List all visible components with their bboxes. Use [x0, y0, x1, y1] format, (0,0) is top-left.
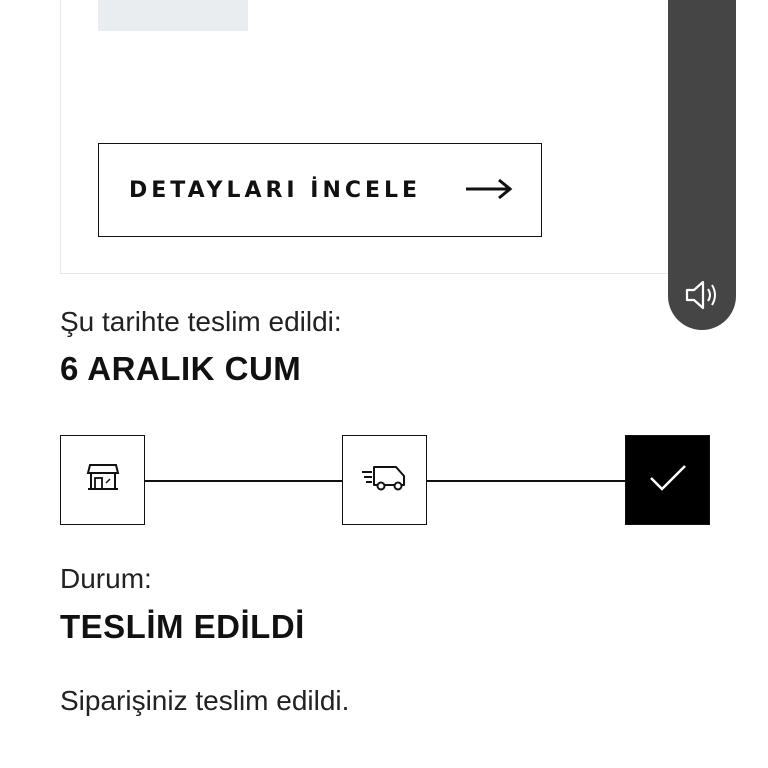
tracker-step-store [60, 435, 145, 525]
delivered-date: 6 ARALIK CUM [60, 350, 302, 387]
store-icon [85, 463, 121, 498]
status-value: TESLİM EDİLDİ [60, 608, 305, 645]
arrow-right-icon [465, 178, 513, 205]
delivered-date-label: Şu tarihte teslim edildi: [60, 306, 342, 337]
tracker-step-delivered [625, 435, 710, 525]
view-details-label: DETAYLARI İNCELE [129, 177, 422, 203]
delivery-truck-icon [360, 463, 410, 498]
tracker-step-shipping [342, 435, 427, 525]
status-label: Durum: [60, 563, 152, 594]
view-details-button[interactable]: DETAYLARI İNCELE [98, 143, 542, 237]
product-image-placeholder [98, 0, 248, 31]
speaker-volume-icon[interactable] [684, 278, 722, 317]
accessibility-side-panel[interactable] [668, 0, 736, 330]
status-message: Siparişiniz teslim edildi. [60, 685, 350, 716]
checkmark-icon [648, 463, 688, 498]
